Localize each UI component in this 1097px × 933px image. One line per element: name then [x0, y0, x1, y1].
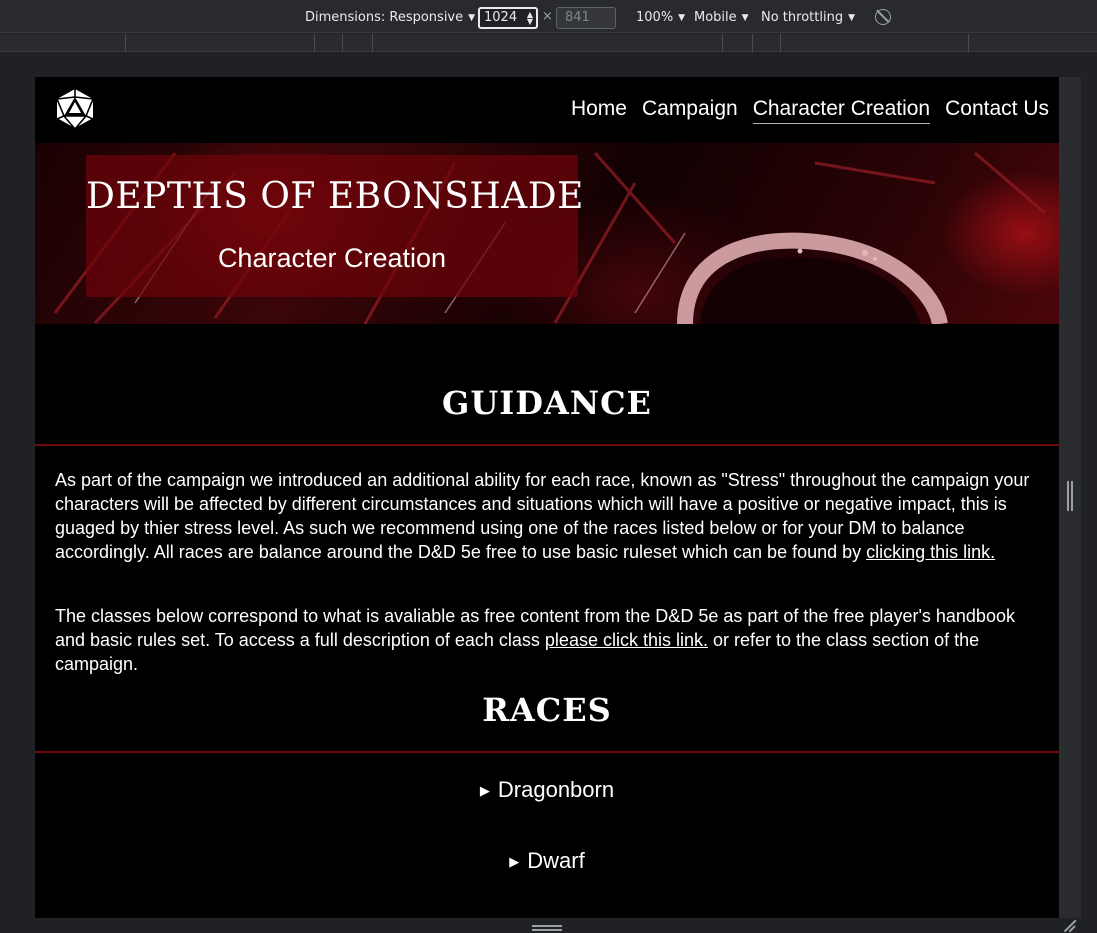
vertical-resize-handle[interactable] — [1067, 481, 1073, 511]
nav-links: Home Campaign Character Creation Contact… — [571, 97, 1049, 124]
expand-triangle-icon: ▶ — [479, 783, 490, 798]
width-input[interactable]: 1024 ▲ ▼ — [478, 7, 538, 29]
nav-character-creation-link[interactable]: Character Creation — [752, 97, 931, 124]
nav-campaign-link[interactable]: Campaign — [642, 97, 738, 124]
dimensions-label: Dimensions: Responsive — [305, 10, 464, 25]
race-item-dragonborn[interactable]: ▶ Dragonborn — [35, 777, 1059, 803]
site-nav: Home Campaign Character Creation Contact… — [35, 77, 1059, 143]
chevron-down-icon: ▼ — [848, 13, 855, 23]
zoom-dropdown[interactable]: 100% ▼ — [636, 0, 685, 33]
chevron-down-icon: ▼ — [468, 13, 476, 23]
width-value: 1024 — [484, 10, 518, 25]
throttling-dropdown[interactable]: No throttling ▼ — [761, 0, 855, 33]
media-query-ruler[interactable] — [0, 34, 1097, 52]
race-item-dwarf[interactable]: ▶ Dwarf — [35, 848, 1059, 874]
rotate-icon[interactable] — [875, 9, 891, 25]
d20-logo-icon[interactable] — [54, 88, 96, 130]
page-viewport: Home Campaign Character Creation Contact… — [35, 77, 1059, 918]
races-heading: RACES — [482, 691, 612, 729]
corner-resize-icon[interactable] — [1062, 918, 1076, 932]
section-divider — [35, 751, 1059, 753]
race-label: Dragonborn — [497, 777, 615, 802]
device-dropdown[interactable]: Mobile ▼ — [694, 0, 749, 33]
race-label: Dwarf — [527, 848, 585, 873]
height-input[interactable]: 841 — [556, 7, 616, 29]
basic-rules-link[interactable]: clicking this link. — [866, 542, 995, 562]
dimension-separator: × — [542, 9, 553, 24]
dimensions-dropdown[interactable]: Dimensions: Responsive ▼ — [305, 0, 475, 33]
device-label: Mobile — [694, 10, 737, 25]
class-description-link[interactable]: please click this link. — [545, 630, 708, 650]
height-value: 841 — [565, 10, 590, 25]
throttling-label: No throttling — [761, 10, 844, 25]
horizontal-resize-handle[interactable] — [532, 925, 562, 931]
section-divider — [35, 444, 1059, 446]
spinner-icon[interactable]: ▲ ▼ — [527, 11, 533, 26]
chevron-down-icon: ▼ — [678, 13, 686, 23]
guidance-heading: GUIDANCE — [442, 384, 652, 422]
guidance-paragraph-2: The classes below correspond to what is … — [55, 604, 1045, 676]
zoom-label: 100% — [636, 10, 674, 25]
guidance-paragraph-1: As part of the campaign we introduced an… — [55, 468, 1045, 564]
hero-banner: DEPTHS OF EBONSHADE Character Creation — [35, 143, 1059, 324]
site-title: DEPTHS OF EBONSHADE — [86, 176, 584, 217]
expand-triangle-icon: ▶ — [509, 854, 520, 869]
devtools-toolbar: Dimensions: Responsive ▼ 1024 ▲ ▼ × 841 10… — [0, 0, 1097, 33]
nav-contact-link[interactable]: Contact Us — [945, 97, 1049, 124]
chevron-down-icon: ▼ — [741, 13, 749, 23]
nav-home-link[interactable]: Home — [571, 97, 627, 124]
page-subtitle: Character Creation — [217, 243, 447, 273]
